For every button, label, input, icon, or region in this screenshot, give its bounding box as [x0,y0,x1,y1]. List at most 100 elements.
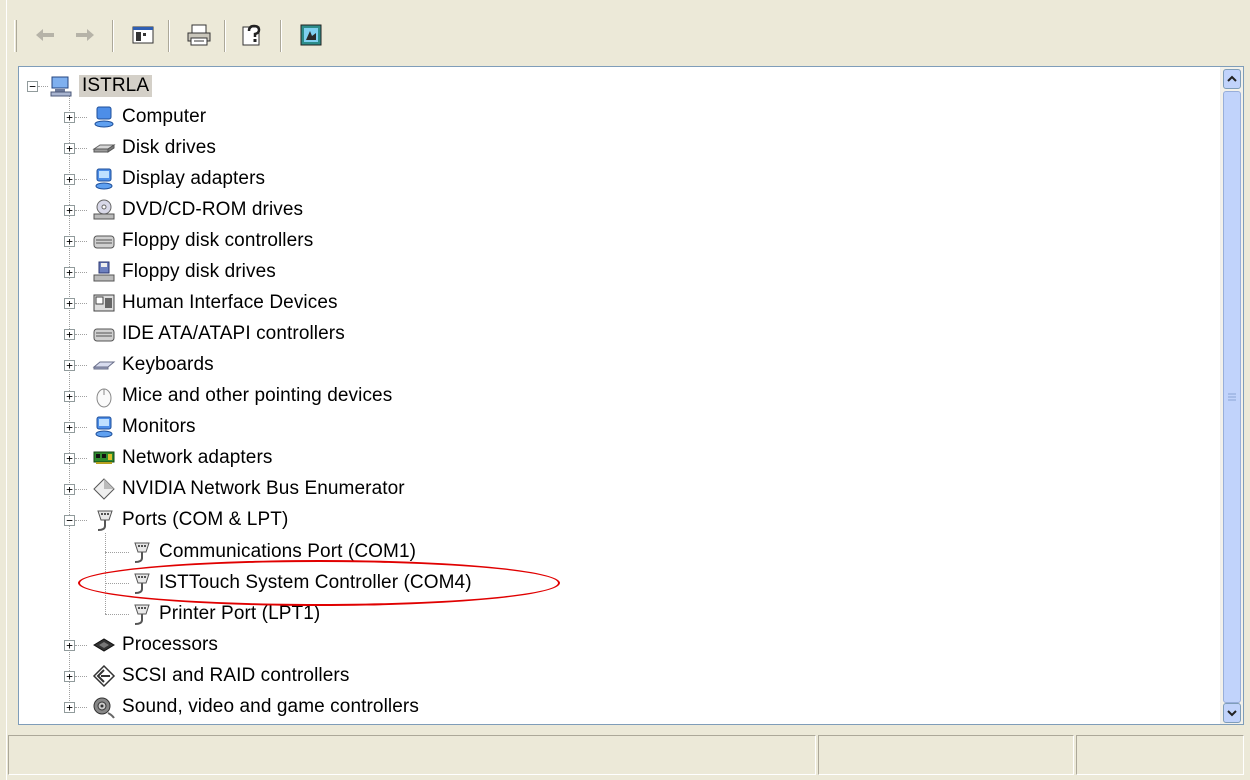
collapse-toggle[interactable]: − [27,81,38,92]
port-icon [129,602,153,626]
device-tree[interactable]: − ISTRLA + Computer + Disk drives + Disp… [18,66,1244,725]
tree-item-mice[interactable]: Mice and other pointing devices [92,382,392,410]
console-tree-icon [132,26,154,44]
tree-item-label: Human Interface Devices [122,292,338,313]
tree-connector [75,458,87,459]
tree-item-nvidia-network-bus-enumerator[interactable]: NVIDIA Network Bus Enumerator [92,475,405,503]
show-hide-console-tree-button[interactable] [124,16,162,54]
tree-item-label: Computer [122,106,207,127]
expand-toggle[interactable]: + [64,267,75,278]
tree-connector [75,520,87,521]
tree-item-isttouch-controller[interactable]: ISTTouch System Controller (COM4) [129,569,472,597]
tree-connector [75,334,87,335]
tree-connector [75,645,87,646]
print-button[interactable] [180,16,218,54]
expand-toggle[interactable]: + [64,298,75,309]
forward-button[interactable] [66,16,104,54]
expand-toggle[interactable]: + [64,640,75,651]
status-pane [1076,735,1244,775]
scroll-down-button[interactable] [1223,703,1241,723]
expand-toggle[interactable]: + [64,702,75,713]
expand-toggle[interactable]: + [64,174,75,185]
tree-connector [75,241,87,242]
tree-item-label: NVIDIA Network Bus Enumerator [122,478,405,499]
tree-item-label: SCSI and RAID controllers [122,665,350,686]
toolbar-separator [168,20,170,52]
expand-toggle[interactable]: + [64,143,75,154]
expand-toggle[interactable]: + [64,360,75,371]
controller-icon [92,229,116,253]
port-icon [129,571,153,595]
window-top-edge [0,0,1250,4]
toolbar-separator [112,20,114,52]
status-pane-main [8,735,816,775]
tree-item-label: Disk drives [122,137,217,158]
help-button[interactable] [234,16,272,54]
tree-item-disk-drives[interactable]: Disk drives [92,134,216,162]
tree-connector [38,86,48,87]
tree-connector [105,552,129,553]
tree-connector [105,583,129,584]
grip-icon [1228,393,1236,401]
tree-item-ide-ata-atapi-controllers[interactable]: IDE ATA/ATAPI controllers [92,320,345,348]
toolbar [8,6,1242,60]
scroll-up-button[interactable] [1223,69,1241,89]
tree-connector [75,303,87,304]
tree-item-display-adapters[interactable]: Display adapters [92,165,265,193]
tree-item-processors[interactable]: Processors [92,631,218,659]
tree-item-sound-video-game[interactable]: Sound, video and game controllers [92,693,419,721]
properties-button[interactable] [292,16,330,54]
scroll-thumb[interactable] [1223,91,1241,703]
toolbar-grip[interactable] [14,20,17,52]
tree-root-node[interactable]: ISTRLA [49,72,153,100]
tree-connector [75,365,87,366]
tree-item-scsi-raid-controllers[interactable]: SCSI and RAID controllers [92,662,349,690]
expand-toggle[interactable]: + [64,112,75,123]
tree-item-label: Communications Port (COM1) [159,541,417,562]
expand-toggle[interactable]: + [64,236,75,247]
tree-item-network-adapters[interactable]: Network adapters [92,444,273,472]
tree-item-label: Processors [122,634,219,655]
tree-item-label: Floppy disk drives [122,261,276,282]
tree-item-monitors[interactable]: Monitors [92,413,196,441]
tree-item-computer[interactable]: Computer [92,103,206,131]
tree-connector [75,148,87,149]
disk-drive-icon [92,136,116,160]
forward-arrow-icon [76,29,94,41]
tree-item-ports[interactable]: Ports (COM & LPT) [92,506,288,534]
tree-connector [75,272,87,273]
tree-item-label: IDE ATA/ATAPI controllers [122,323,345,344]
back-button[interactable] [26,16,64,54]
expand-toggle[interactable]: + [64,671,75,682]
expand-toggle[interactable]: + [64,329,75,340]
vertical-scrollbar[interactable] [1220,67,1243,724]
bus-enumerator-icon [92,477,116,501]
tree-connector [105,533,106,614]
chevron-up-icon [1227,75,1237,82]
tree-connector [75,489,87,490]
toolbar-separator [224,20,226,52]
expand-toggle[interactable]: + [64,484,75,495]
expand-toggle[interactable]: + [64,453,75,464]
back-arrow-icon [36,29,54,41]
expand-toggle[interactable]: + [64,391,75,402]
tree-item-keyboards[interactable]: Keyboards [92,351,214,379]
expand-toggle[interactable]: + [64,422,75,433]
computer-icon [49,74,73,98]
tree-item-floppy-disk-drives[interactable]: Floppy disk drives [92,258,276,286]
port-icon [92,508,116,532]
tree-connector [75,427,87,428]
tree-item-label: Network adapters [122,447,273,468]
tree-item-com1[interactable]: Communications Port (COM1) [129,538,416,566]
tree-item-floppy-disk-controllers[interactable]: Floppy disk controllers [92,227,313,255]
tree-item-dvd-cdrom-drives[interactable]: DVD/CD-ROM drives [92,196,303,224]
tree-item-lpt1[interactable]: Printer Port (LPT1) [129,600,320,628]
tree-root-label: ISTRLA [79,75,153,97]
tree-item-human-interface-devices[interactable]: Human Interface Devices [92,289,338,317]
collapse-toggle[interactable]: − [64,515,75,526]
tree-item-label: Ports (COM & LPT) [122,509,289,530]
expand-toggle[interactable]: + [64,205,75,216]
tree-item-label: DVD/CD-ROM drives [122,199,304,220]
status-bar [8,735,1244,778]
sound-icon [92,695,116,719]
